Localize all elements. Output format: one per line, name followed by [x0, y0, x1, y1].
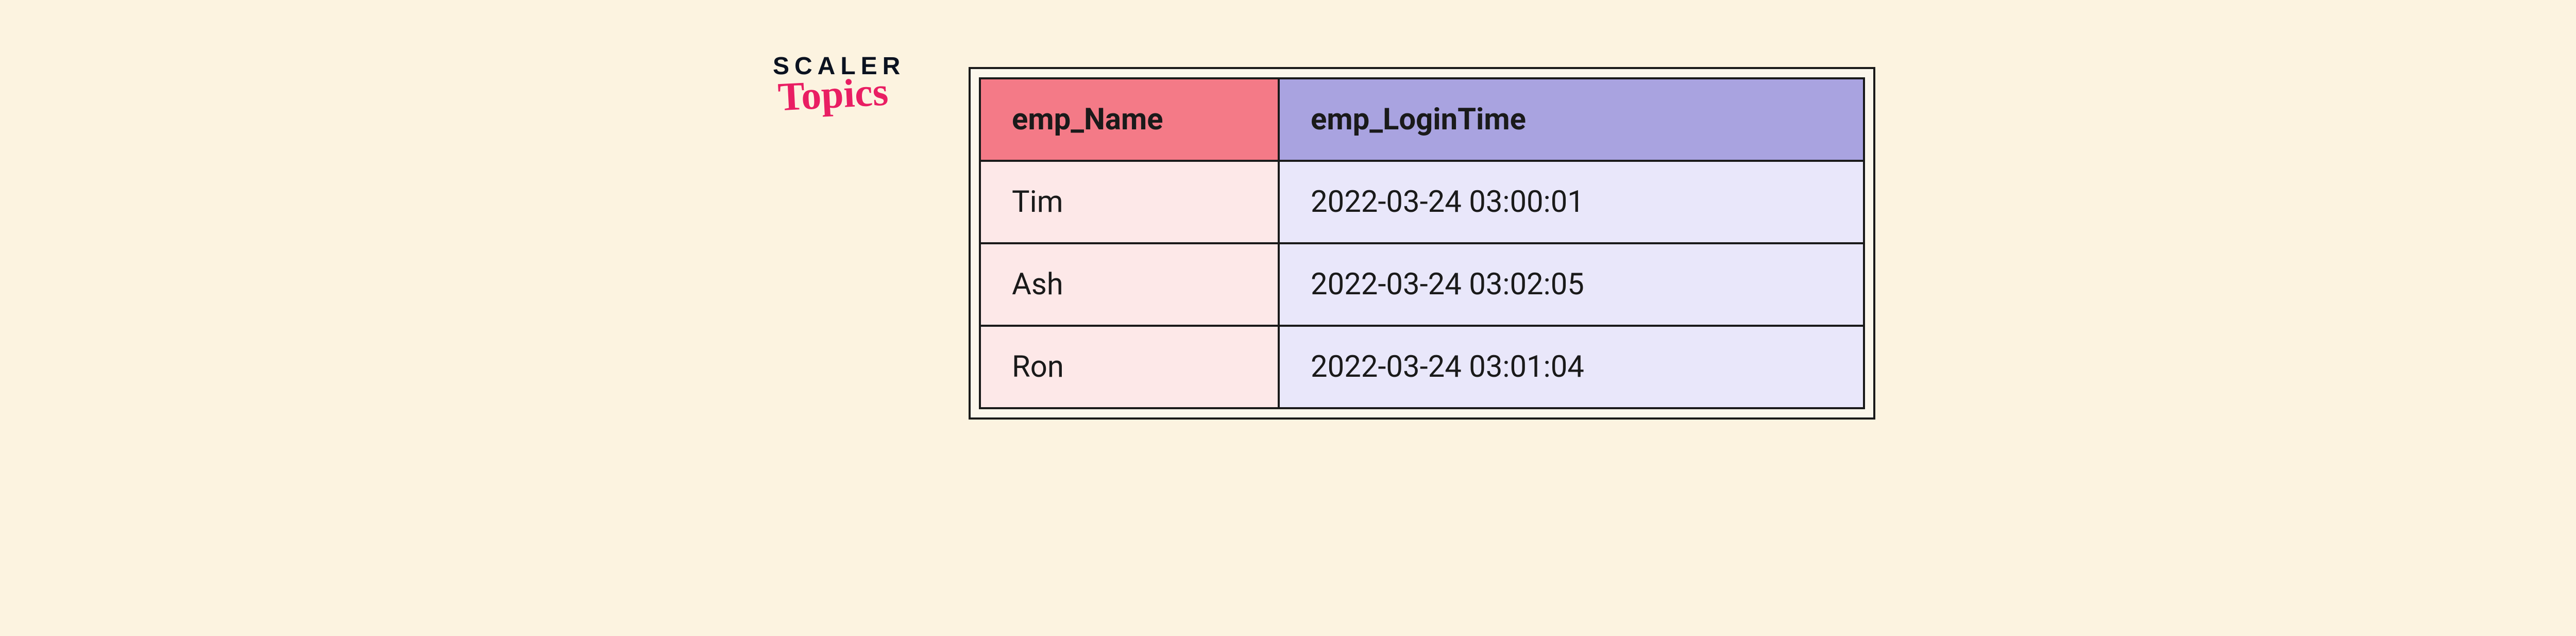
table-row: Ash 2022-03-24 03:02:05: [980, 243, 1864, 326]
cell-emp-name: Ron: [980, 326, 1279, 408]
header-emp-name: emp_Name: [980, 78, 1279, 161]
cell-emp-name: Tim: [980, 161, 1279, 243]
cell-emp-logintime: 2022-03-24 03:01:04: [1279, 326, 1864, 408]
scaler-topics-logo: SCALER Topics: [773, 54, 905, 114]
table-header-row: emp_Name emp_LoginTime: [980, 78, 1864, 161]
table-row: Ron 2022-03-24 03:01:04: [980, 326, 1864, 408]
logo-line2: Topics: [777, 71, 906, 118]
cell-emp-logintime: 2022-03-24 03:00:01: [1279, 161, 1864, 243]
cell-emp-name: Ash: [980, 243, 1279, 326]
cell-emp-logintime: 2022-03-24 03:02:05: [1279, 243, 1864, 326]
data-table-container: emp_Name emp_LoginTime Tim 2022-03-24 03…: [969, 67, 1875, 420]
table-row: Tim 2022-03-24 03:00:01: [980, 161, 1864, 243]
employee-login-table: emp_Name emp_LoginTime Tim 2022-03-24 03…: [979, 77, 1865, 409]
header-emp-logintime: emp_LoginTime: [1279, 78, 1864, 161]
